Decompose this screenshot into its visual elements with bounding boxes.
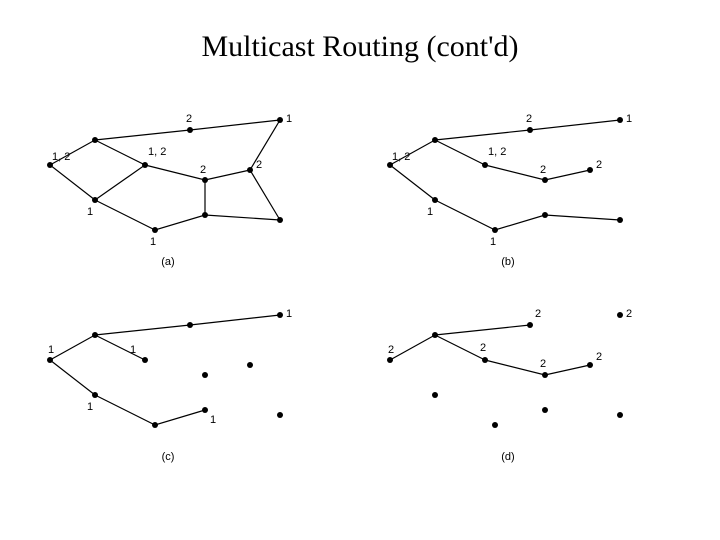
node-label: 1, 2 bbox=[392, 151, 410, 163]
node-label: 2 bbox=[526, 113, 532, 125]
node-label: 1 bbox=[150, 236, 156, 248]
node-label: 1 bbox=[286, 308, 292, 320]
node-label: 2 bbox=[256, 159, 262, 171]
page-title: Multicast Routing (cont'd) bbox=[0, 0, 720, 64]
node-label: 1 bbox=[286, 113, 292, 125]
panel-caption-a: (a) bbox=[161, 256, 174, 268]
node-label: 2 bbox=[535, 308, 541, 320]
node-label: 2 bbox=[186, 113, 192, 125]
panel-b: 1, 2 1, 2 1 2 1 2 2 1 (b) bbox=[387, 113, 632, 268]
node-label: 1 bbox=[626, 113, 632, 125]
routing-diagram: 1, 2 1, 2 1 2 1 2 2 1 (a) 1, 2 1, 2 1 2 … bbox=[40, 110, 680, 490]
node-label: 1 bbox=[427, 206, 433, 218]
panel-caption-b: (b) bbox=[501, 256, 514, 268]
panel-caption-d: (d) bbox=[501, 451, 514, 463]
node-label: 2 bbox=[480, 342, 486, 354]
node-label: 2 bbox=[200, 164, 206, 176]
panel-c: 1 1 1 1 1 (c) bbox=[47, 308, 292, 463]
node-label: 1 bbox=[87, 206, 93, 218]
node-label: 1, 2 bbox=[148, 146, 166, 158]
node-label: 1, 2 bbox=[488, 146, 506, 158]
node-label: 2 bbox=[388, 344, 394, 356]
node-label: 2 bbox=[596, 159, 602, 171]
node-label: 2 bbox=[596, 351, 602, 363]
panel-caption-c: (c) bbox=[162, 451, 175, 463]
diagram-stage: 1, 2 1, 2 1 2 1 2 2 1 (a) 1, 2 1, 2 1 2 … bbox=[40, 110, 680, 490]
node-label: 2 bbox=[540, 164, 546, 176]
node-label: 2 bbox=[540, 358, 546, 370]
node-label: 1 bbox=[48, 344, 54, 356]
node-label: 1 bbox=[87, 401, 93, 413]
panel-a: 1, 2 1, 2 1 2 1 2 2 1 (a) bbox=[47, 113, 292, 268]
node-label: 1, 2 bbox=[52, 151, 70, 163]
node-label: 1 bbox=[210, 414, 216, 426]
node-label: 2 bbox=[626, 308, 632, 320]
node-label: 1 bbox=[490, 236, 496, 248]
node-label: 1 bbox=[130, 344, 136, 356]
panel-d: 2 2 2 2 2 2 (d) bbox=[387, 308, 632, 463]
